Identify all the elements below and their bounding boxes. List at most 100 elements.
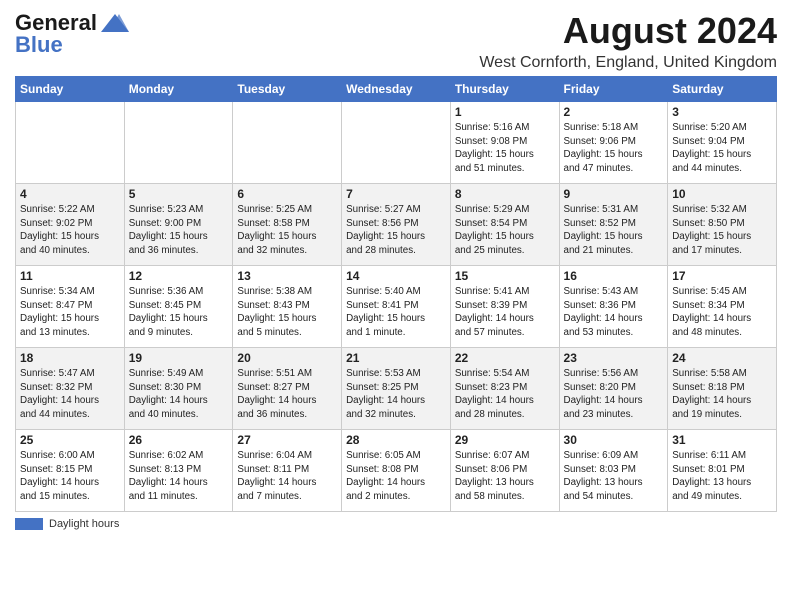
legend-box [15,518,43,530]
day-cell: 24Sunrise: 5:58 AM Sunset: 8:18 PM Dayli… [668,348,777,430]
day-cell: 15 Sunrise: 5:41 AM Sunset: 8:39 PM Dayli… [450,266,559,348]
day-number: 16 [564,269,664,283]
header: General Blue August 2024 West Cornforth,… [15,10,777,72]
day-info: Sunrise: 5:40 AM Sunset: 8:41 PM Dayligh… [346,285,446,340]
day-info: Sunrise: 6:05 AM Sunset: 8:08 PM Dayligh… [346,449,446,504]
day-number: 15 [455,269,555,283]
day-info: Sunrise: 5:22 AM Sunset: 9:02 PM Dayligh… [20,203,120,258]
day-info: Sunrise: 6:09 AM Sunset: 8:03 PM Dayligh… [564,449,664,504]
day-number: 20 [237,351,337,365]
day-cell: 14 Sunrise: 5:40 AM Sunset: 8:41 PM Dayli… [342,266,451,348]
day-info: Sunrise: 5:41 AM Sunset: 8:39 PM Dayligh… [455,285,555,340]
day-cell: 2Sunrise: 5:18 AM Sunset: 9:06 PM Daylig… [559,102,668,184]
day-info: Sunrise: 5:58 AM Sunset: 8:18 PM Dayligh… [672,367,772,422]
day-info: Sunrise: 5:38 AM Sunset: 8:43 PM Dayligh… [237,285,337,340]
col-header-friday: Friday [559,77,668,102]
day-cell [16,102,125,184]
page: General Blue August 2024 West Cornforth,… [0,0,792,612]
week-row-4: 18 Sunrise: 5:47 AM Sunset: 8:32 PM Dayli… [16,348,777,430]
day-cell: 28 Sunrise: 6:05 AM Sunset: 8:08 PM Dayli… [342,430,451,512]
footer: Daylight hours [15,518,777,530]
location: West Cornforth, England, United Kingdom [479,54,777,72]
day-cell [342,102,451,184]
day-info: Sunrise: 5:56 AM Sunset: 8:20 PM Dayligh… [564,367,664,422]
day-info: Sunrise: 5:54 AM Sunset: 8:23 PM Dayligh… [455,367,555,422]
day-cell: 9Sunrise: 5:31 AM Sunset: 8:52 PM Daylig… [559,184,668,266]
day-cell: 23Sunrise: 5:56 AM Sunset: 8:20 PM Dayli… [559,348,668,430]
day-cell: 16 Sunrise: 5:43 AM Sunset: 8:36 PM Dayli… [559,266,668,348]
week-row-5: 25Sunrise: 6:00 AM Sunset: 8:15 PM Dayli… [16,430,777,512]
day-number: 3 [672,105,772,119]
day-number: 12 [129,269,229,283]
day-cell: 27 Sunrise: 6:04 AM Sunset: 8:11 PM Dayli… [233,430,342,512]
day-cell: 13Sunrise: 5:38 AM Sunset: 8:43 PM Dayli… [233,266,342,348]
day-number: 27 [237,433,337,447]
col-header-monday: Monday [124,77,233,102]
day-info: Sunrise: 5:34 AM Sunset: 8:47 PM Dayligh… [20,285,120,340]
day-number: 18 [20,351,120,365]
day-number: 4 [20,187,120,201]
day-number: 1 [455,105,555,119]
col-header-sunday: Sunday [16,77,125,102]
day-number: 17 [672,269,772,283]
logo: General Blue [15,10,131,58]
day-cell: 29Sunrise: 6:07 AM Sunset: 8:06 PM Dayli… [450,430,559,512]
day-number: 5 [129,187,229,201]
month-year: August 2024 [479,10,777,52]
day-info: Sunrise: 5:32 AM Sunset: 8:50 PM Dayligh… [672,203,772,258]
day-number: 10 [672,187,772,201]
col-header-wednesday: Wednesday [342,77,451,102]
day-info: Sunrise: 5:29 AM Sunset: 8:54 PM Dayligh… [455,203,555,258]
day-cell: 30Sunrise: 6:09 AM Sunset: 8:03 PM Dayli… [559,430,668,512]
day-cell: 8 Sunrise: 5:29 AM Sunset: 8:54 PM Daylig… [450,184,559,266]
day-number: 6 [237,187,337,201]
day-cell: 12 Sunrise: 5:36 AM Sunset: 8:45 PM Dayli… [124,266,233,348]
day-cell: 5 Sunrise: 5:23 AM Sunset: 9:00 PM Daylig… [124,184,233,266]
day-info: Sunrise: 5:25 AM Sunset: 8:58 PM Dayligh… [237,203,337,258]
logo-icon [99,12,131,34]
day-info: Sunrise: 5:36 AM Sunset: 8:45 PM Dayligh… [129,285,229,340]
day-number: 26 [129,433,229,447]
day-info: Sunrise: 5:18 AM Sunset: 9:06 PM Dayligh… [564,121,664,176]
day-info: Sunrise: 5:49 AM Sunset: 8:30 PM Dayligh… [129,367,229,422]
header-row: SundayMondayTuesdayWednesdayThursdayFrid… [16,77,777,102]
day-number: 31 [672,433,772,447]
day-info: Sunrise: 6:11 AM Sunset: 8:01 PM Dayligh… [672,449,772,504]
day-info: Sunrise: 5:27 AM Sunset: 8:56 PM Dayligh… [346,203,446,258]
day-cell: 22Sunrise: 5:54 AM Sunset: 8:23 PM Dayli… [450,348,559,430]
day-number: 8 [455,187,555,201]
day-info: Sunrise: 6:04 AM Sunset: 8:11 PM Dayligh… [237,449,337,504]
day-cell: 10 Sunrise: 5:32 AM Sunset: 8:50 PM Dayli… [668,184,777,266]
day-cell: 7 Sunrise: 5:27 AM Sunset: 8:56 PM Daylig… [342,184,451,266]
week-row-2: 4 Sunrise: 5:22 AM Sunset: 9:02 PM Daylig… [16,184,777,266]
day-info: Sunrise: 5:20 AM Sunset: 9:04 PM Dayligh… [672,121,772,176]
day-number: 7 [346,187,446,201]
week-row-1: 1Sunrise: 5:16 AM Sunset: 9:08 PM Daylig… [16,102,777,184]
day-cell: 19 Sunrise: 5:49 AM Sunset: 8:30 PM Dayli… [124,348,233,430]
col-header-tuesday: Tuesday [233,77,342,102]
day-cell: 25Sunrise: 6:00 AM Sunset: 8:15 PM Dayli… [16,430,125,512]
legend-label: Daylight hours [49,518,119,530]
day-info: Sunrise: 5:53 AM Sunset: 8:25 PM Dayligh… [346,367,446,422]
day-cell [124,102,233,184]
day-number: 11 [20,269,120,283]
day-info: Sunrise: 5:43 AM Sunset: 8:36 PM Dayligh… [564,285,664,340]
day-number: 19 [129,351,229,365]
day-number: 14 [346,269,446,283]
day-info: Sunrise: 5:47 AM Sunset: 8:32 PM Dayligh… [20,367,120,422]
day-cell: 26 Sunrise: 6:02 AM Sunset: 8:13 PM Dayli… [124,430,233,512]
day-info: Sunrise: 5:23 AM Sunset: 9:00 PM Dayligh… [129,203,229,258]
day-cell [233,102,342,184]
day-number: 21 [346,351,446,365]
day-cell: 17Sunrise: 5:45 AM Sunset: 8:34 PM Dayli… [668,266,777,348]
day-cell: 21 Sunrise: 5:53 AM Sunset: 8:25 PM Dayli… [342,348,451,430]
day-info: Sunrise: 6:02 AM Sunset: 8:13 PM Dayligh… [129,449,229,504]
day-number: 28 [346,433,446,447]
week-row-3: 11 Sunrise: 5:34 AM Sunset: 8:47 PM Dayli… [16,266,777,348]
day-cell: 18 Sunrise: 5:47 AM Sunset: 8:32 PM Dayli… [16,348,125,430]
col-header-saturday: Saturday [668,77,777,102]
day-cell: 4 Sunrise: 5:22 AM Sunset: 9:02 PM Daylig… [16,184,125,266]
day-info: Sunrise: 5:51 AM Sunset: 8:27 PM Dayligh… [237,367,337,422]
day-cell: 31 Sunrise: 6:11 AM Sunset: 8:01 PM Dayli… [668,430,777,512]
day-cell: 20 Sunrise: 5:51 AM Sunset: 8:27 PM Dayli… [233,348,342,430]
